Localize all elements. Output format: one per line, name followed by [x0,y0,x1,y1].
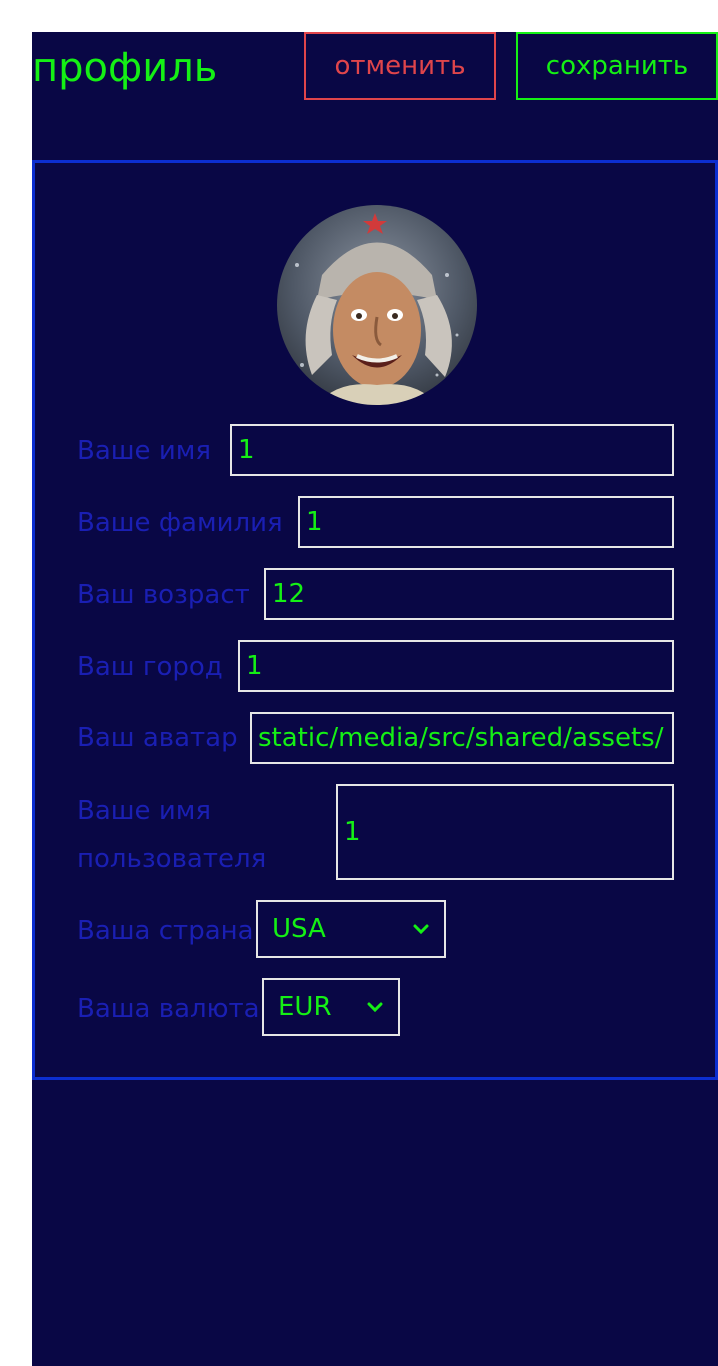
currency-selected-value: EUR [278,992,332,1022]
age-label: Ваш возраст [77,580,250,610]
currency-select[interactable]: EUR [262,978,400,1036]
chevron-down-icon [413,924,429,935]
country-select[interactable]: USA [256,900,446,958]
profile-page: профиль отменить сохранить Ваше имя 1 Ва… [32,32,718,1366]
city-label: Ваш город [77,652,223,682]
city-input[interactable] [238,640,674,692]
username-label: Ваше имя пользователя [77,796,267,874]
last-name-label: Ваше фамилия [77,508,283,538]
avatar-image [277,205,477,405]
avatar-url-input[interactable] [250,712,674,764]
avatar [277,205,477,405]
country-selected-value: USA [272,914,326,944]
chevron-down-icon [367,1002,383,1013]
last-name-input[interactable] [298,496,674,548]
first-name-input[interactable] [230,424,674,476]
avatar-label: Ваш аватар [77,723,238,753]
country-label: Ваша страна [77,916,254,946]
cancel-button[interactable]: отменить [304,32,496,100]
save-button[interactable]: сохранить [516,32,718,100]
age-input[interactable] [264,568,674,620]
page-title: профиль [32,45,218,91]
username-input[interactable] [336,784,674,880]
profile-card: Ваше имя Ваше фамилия Ваш возраст Ваш го… [32,160,718,1080]
currency-label: Ваша валюта [77,994,260,1024]
first-name-label: Ваше имя [77,436,211,466]
